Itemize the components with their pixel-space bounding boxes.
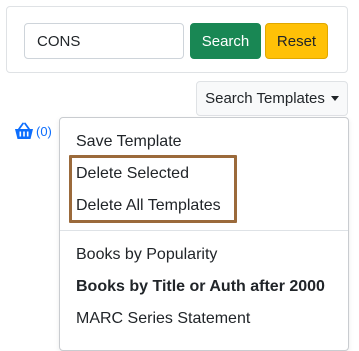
- menu-item-saved-template[interactable]: Books by Title or Auth after 2000: [76, 278, 325, 296]
- menu-item-save-template[interactable]: Save Template: [76, 133, 182, 151]
- menu-item-delete-selected[interactable]: Delete Selected: [76, 165, 189, 183]
- basket-link[interactable]: (0): [14, 122, 52, 140]
- search-templates-menu: Save Template Delete Selected Delete All…: [59, 117, 349, 351]
- search-input[interactable]: [24, 23, 184, 59]
- caret-down-icon: [330, 96, 339, 101]
- menu-item-saved-template[interactable]: MARC Series Statement: [76, 310, 250, 328]
- search-templates-dropdown-toggle[interactable]: Search Templates: [196, 81, 348, 116]
- menu-divider: [60, 230, 348, 231]
- basket-count: (0): [36, 123, 52, 139]
- search-button[interactable]: Search: [190, 23, 261, 59]
- basket-icon: [15, 122, 33, 139]
- menu-item-saved-template[interactable]: Books by Popularity: [76, 246, 217, 264]
- reset-button[interactable]: Reset: [265, 23, 328, 59]
- menu-item-delete-all-templates[interactable]: Delete All Templates: [76, 197, 221, 215]
- search-templates-label: Search Templates: [205, 90, 325, 107]
